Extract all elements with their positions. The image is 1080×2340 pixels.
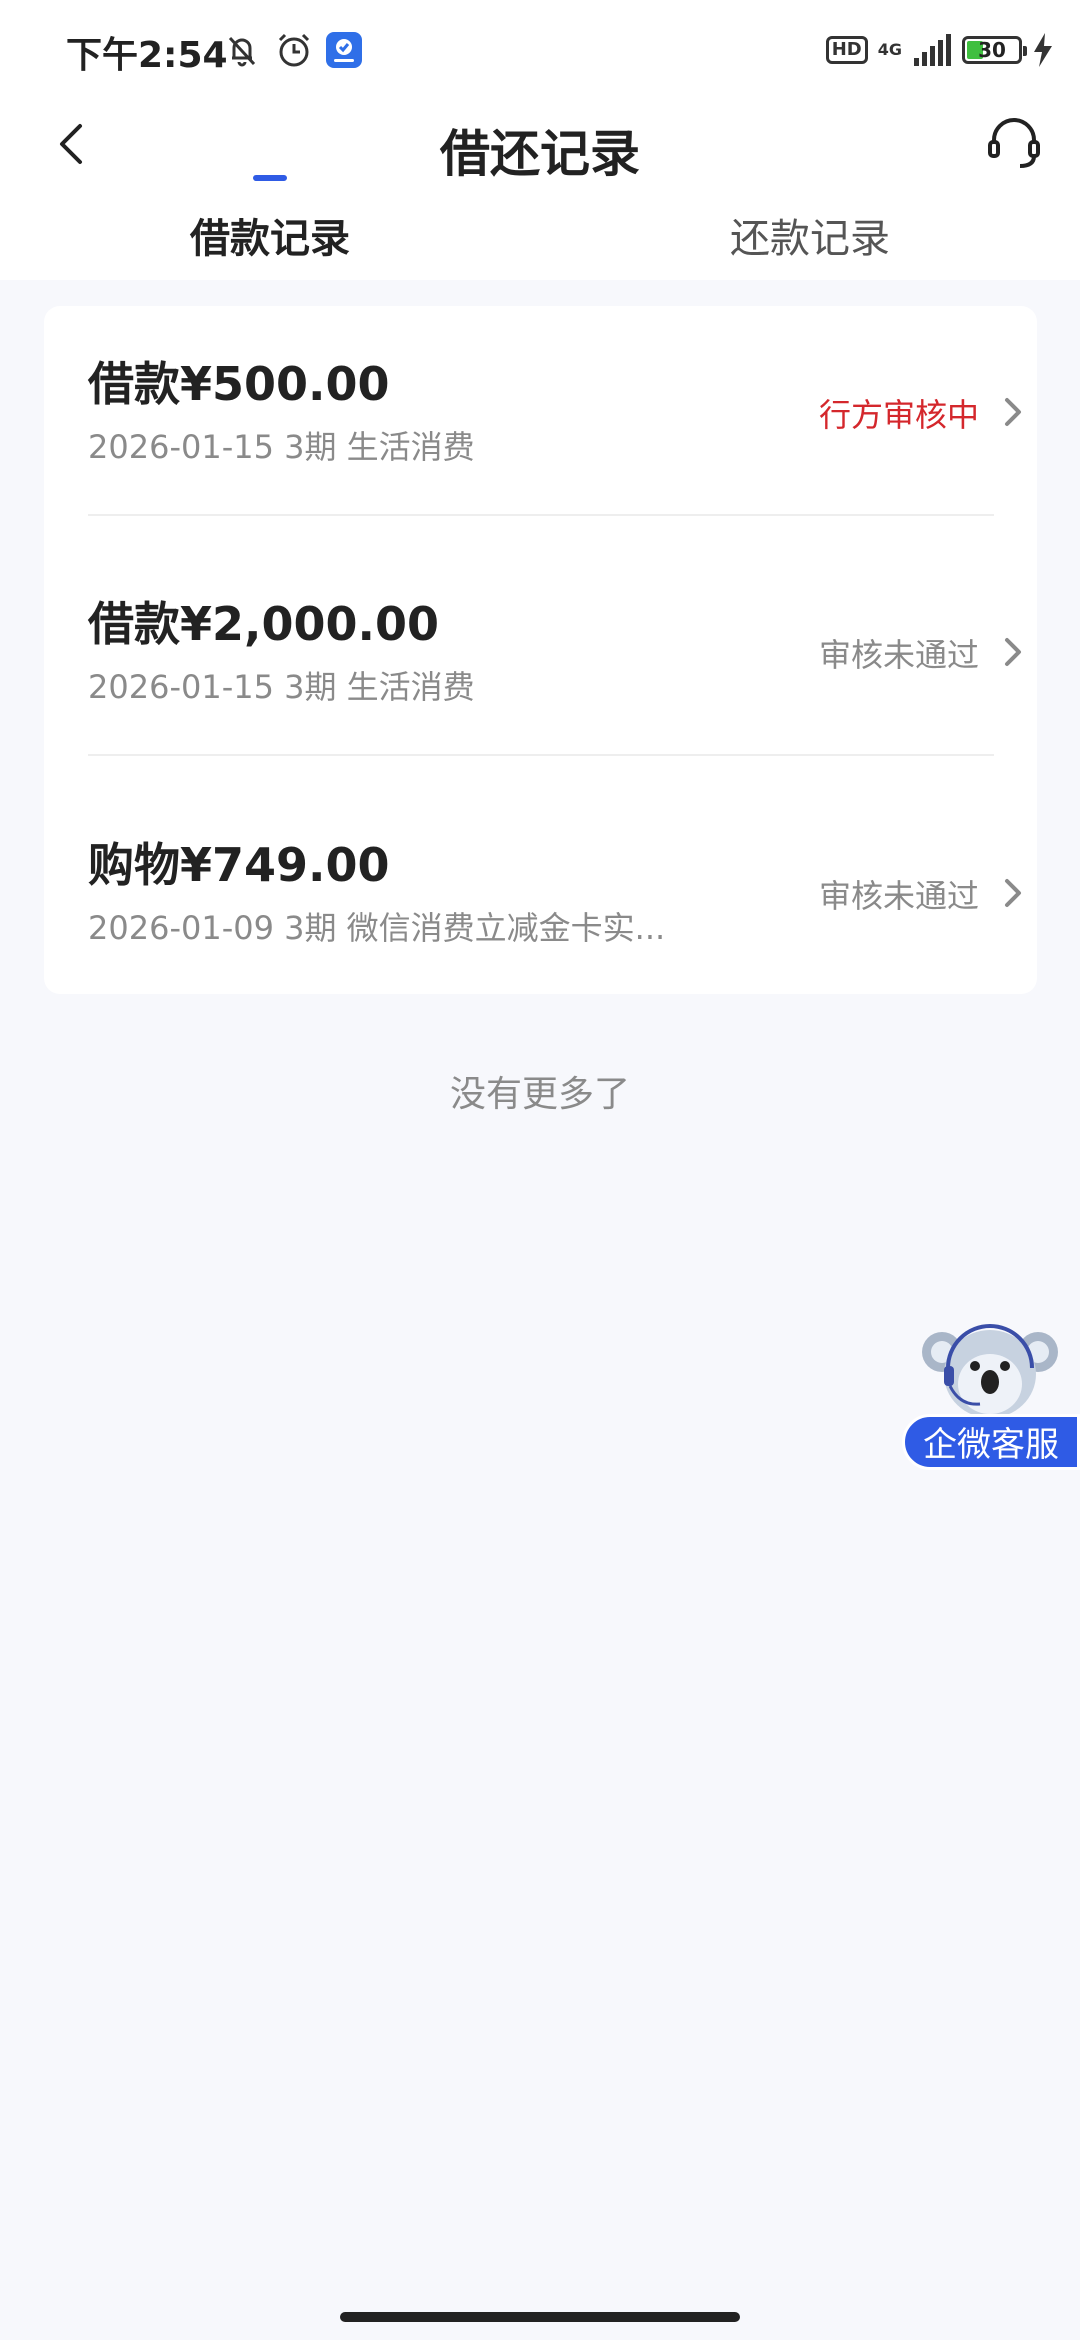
- page-title: 借还记录: [440, 125, 640, 183]
- headset-icon[interactable]: [984, 112, 1044, 172]
- tab-loan-records[interactable]: 借款记录: [190, 206, 350, 264]
- record-status: 审核未通过: [818, 636, 979, 674]
- record-amount: 借款¥2,000.00: [88, 597, 439, 651]
- record-amount: 购物¥749.00: [88, 838, 390, 892]
- app-notification-icon: [326, 32, 362, 68]
- status-bar: 下午2:54 HD 4G 30: [0, 0, 1080, 100]
- active-tab-indicator: [253, 175, 287, 181]
- battery-icon: 30: [962, 36, 1027, 64]
- alarm-icon: [278, 33, 310, 67]
- record-item[interactable]: 借款¥2,000.00 2026-01-15 3期 生活消费 审核未通过: [88, 546, 1037, 786]
- battery-level: 30: [978, 38, 1006, 62]
- list-end-text: 没有更多了: [449, 1074, 630, 1115]
- home-indicator[interactable]: [340, 2312, 740, 2322]
- divider: [88, 514, 994, 516]
- wecom-service-button[interactable]: 企微客服: [902, 1414, 1080, 1470]
- record-meta: 2026-01-09 3期 微信消费立减金卡实...: [88, 909, 666, 947]
- record-meta: 2026-01-15 3期 生活消费: [88, 668, 475, 706]
- status-time: 下午2:54: [66, 35, 228, 76]
- network-type: 4G: [877, 40, 902, 59]
- charging-icon: [1034, 33, 1052, 67]
- chevron-right-icon: [1005, 398, 1021, 426]
- record-amount: 借款¥500.00: [88, 357, 390, 411]
- record-item[interactable]: 借款¥500.00 2026-01-15 3期 生活消费 行方审核中: [88, 306, 1037, 546]
- page-header: 借还记录 借款记录 还款记录: [0, 100, 1080, 280]
- tab-repayment-records[interactable]: 还款记录: [730, 206, 890, 264]
- chevron-right-icon: [1005, 879, 1021, 907]
- status-right-group: HD 4G 30: [825, 30, 1054, 70]
- signal-icon: [914, 34, 951, 66]
- record-meta: 2026-01-15 3期 生活消费: [88, 428, 475, 466]
- record-item[interactable]: 购物¥749.00 2026-01-09 3期 微信消费立减金卡实... 审核未…: [88, 787, 1037, 1027]
- record-status: 审核未通过: [818, 877, 979, 915]
- chevron-right-icon: [1005, 638, 1021, 666]
- bell-muted-icon: [228, 36, 256, 67]
- record-status: 行方审核中: [818, 396, 979, 434]
- koala-mascot-icon[interactable]: [920, 1318, 1060, 1428]
- records-card: 借款¥500.00 2026-01-15 3期 生活消费 行方审核中 借款¥2,…: [44, 306, 1037, 994]
- hd-badge: HD: [825, 36, 868, 64]
- divider: [88, 754, 994, 756]
- tab-bar: 借款记录 还款记录: [0, 198, 1080, 280]
